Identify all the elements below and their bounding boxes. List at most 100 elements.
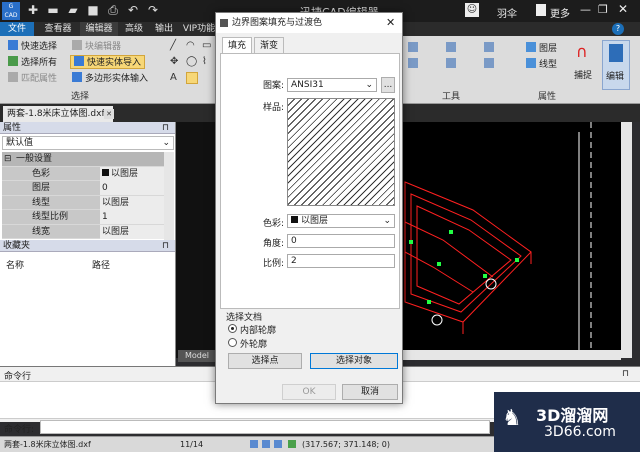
polygon-entity-input-button[interactable]: 多边形实体输入 (72, 72, 148, 86)
text-tool-icon[interactable]: A (170, 72, 177, 83)
block-editor-icon (72, 40, 82, 50)
tool-icon-c[interactable] (446, 42, 456, 52)
prop-row-lineweight[interactable]: 线宽 以图层 (2, 224, 166, 239)
dialog-title: 边界图案填充与过渡色 (232, 18, 323, 28)
quick-entity-import-button[interactable]: 快速实体导入 (70, 55, 146, 69)
move-tool-icon[interactable]: ✥ (170, 56, 178, 67)
tool-icon-a[interactable] (408, 42, 418, 52)
color-select[interactable]: 以图层 ⌄ (287, 214, 395, 228)
quick-select-button[interactable]: 快速选择 (8, 40, 57, 54)
close-button[interactable]: ✕ (618, 2, 628, 16)
select-all-button[interactable]: 选择所有 (8, 56, 57, 70)
scale-input[interactable]: 2 (287, 254, 395, 268)
block-editor-button[interactable]: 块编辑器 (72, 40, 121, 54)
tool-icon-f[interactable] (484, 58, 494, 68)
osnap-toggle-icon[interactable] (288, 440, 296, 448)
restore-button[interactable]: ❐ (598, 3, 608, 16)
color-chevron-icon: ⌄ (383, 216, 391, 226)
snap-button[interactable]: ∩ 捕捉 (572, 40, 598, 90)
menu-viewer[interactable]: 查看器 (40, 22, 76, 36)
layer-button[interactable]: 图层 (526, 42, 557, 56)
more-label[interactable]: 更多 (550, 5, 570, 20)
prop-row-layer[interactable]: 图层 0 (2, 181, 166, 196)
pick-object-button[interactable]: 选择对象 (310, 353, 398, 369)
canvas-left-strip (176, 122, 216, 358)
ortho-toggle-icon[interactable] (274, 440, 282, 448)
edit-button[interactable]: 编辑 (602, 40, 630, 90)
line-tool-icon[interactable]: ╱ (170, 40, 176, 51)
command-pin-icon[interactable]: ⊓ (622, 369, 629, 379)
new-icon[interactable]: ✚ (26, 3, 40, 17)
section-general[interactable]: ⊟ 一般设置 (2, 152, 164, 167)
menu-output[interactable]: 输出 (150, 22, 178, 36)
chevron-down-icon: ⌄ (162, 138, 170, 148)
dialog-title-bar: 边界图案填充与过渡色 ✕ (216, 13, 402, 33)
dialog-close-button[interactable]: ✕ (386, 13, 395, 33)
tool-icon-d[interactable] (446, 58, 456, 68)
pattern-browse-button[interactable]: ... (381, 77, 395, 93)
arc-tool-icon[interactable]: ◠ (186, 40, 195, 51)
canvas-hscroll[interactable] (403, 350, 621, 360)
properties-scrollbar[interactable] (164, 152, 174, 240)
linetype-icon (526, 58, 536, 68)
inner-radio-row[interactable]: 内部轮廓 (228, 323, 328, 336)
command-prompt: 命令行: (4, 425, 35, 435)
import-icon (74, 56, 84, 66)
folder-icon[interactable]: ▰ (66, 3, 80, 17)
model-tab[interactable]: Model (178, 350, 216, 362)
prop-row-color[interactable]: 色彩 以图层 (2, 166, 166, 181)
favorites-pin-icon[interactable]: ⊓ (162, 240, 169, 252)
inner-radio[interactable] (228, 324, 237, 333)
dialog-icon (220, 19, 228, 27)
tab-gradient[interactable]: 渐变 (254, 37, 284, 53)
snap-toggle-icon[interactable] (250, 440, 258, 448)
pattern-select[interactable]: ANSI31 ⌄ (287, 78, 377, 92)
menu-file[interactable]: 文件 (0, 22, 34, 36)
select-all-icon (8, 56, 18, 66)
properties-panel: 属性 ⊓ 默认值 ⌄ ⊟ 一般设置 色彩 以图层 图层 0 线型 以图层 线型比例 1 线宽以… (0, 122, 176, 366)
tool-icon-e[interactable] (484, 42, 494, 52)
match-props-button[interactable]: 匹配属性 (8, 72, 57, 86)
tab-fill[interactable]: 填充 (222, 37, 252, 53)
prop-row-linetype[interactable]: 线型 以图层 (2, 195, 166, 210)
prop-row-ltscale[interactable]: 线型比例 1 (2, 210, 166, 225)
help-icon[interactable]: ? (612, 23, 624, 35)
undo-icon[interactable]: ↶ (126, 3, 140, 17)
rect-tool-icon[interactable]: ▭ (202, 40, 211, 51)
menu-vip[interactable]: VIP功能 (182, 22, 216, 36)
linetype-button[interactable]: 线型 (526, 58, 557, 72)
dialog-color-swatch (291, 216, 298, 223)
outer-radio[interactable] (228, 338, 237, 347)
close-tab-icon[interactable]: ✕ (104, 109, 114, 119)
ok-button[interactable]: OK (282, 384, 336, 400)
circle-tool-icon[interactable]: ◯ (186, 56, 197, 67)
pin-icon[interactable]: ⊓ (162, 122, 169, 134)
open-icon[interactable]: ▬ (46, 3, 60, 17)
redo-icon[interactable]: ↷ (146, 3, 160, 17)
favorites-header: 收藏夹 ⊓ (0, 240, 175, 252)
drawing-canvas[interactable] (403, 122, 621, 350)
properties-dropdown[interactable]: 默认值 ⌄ (2, 136, 174, 150)
tool-icon-b[interactable] (408, 58, 418, 68)
menu-editor[interactable]: 编辑器 (80, 22, 118, 36)
document-tab[interactable]: 两套-1.8米床立体图.dxf (3, 106, 113, 122)
grid-toggle-icon[interactable] (262, 440, 270, 448)
pick-point-button[interactable]: 选择点 (228, 353, 302, 369)
print-icon[interactable]: ⎙ (106, 3, 120, 17)
menu-advanced[interactable]: 高级 (120, 22, 148, 36)
canvas-vscroll[interactable] (621, 122, 632, 358)
user-name[interactable]: 羽伞 (497, 5, 517, 20)
user-icon[interactable]: ☺ (465, 3, 479, 17)
outer-radio-row[interactable]: 外轮廓 (228, 337, 328, 350)
cancel-button[interactable]: 取消 (342, 384, 398, 400)
status-file: 两套-1.8米床立体图.dxf (4, 440, 91, 449)
save-icon[interactable]: ■ (86, 3, 100, 17)
minimize-button[interactable]: — (580, 3, 591, 16)
match-props-icon (8, 72, 18, 82)
angle-input[interactable]: 0 (287, 234, 395, 248)
polyline-tool-icon[interactable]: ⌇ (202, 56, 207, 67)
hatch-tool-icon[interactable] (186, 72, 198, 84)
more-icon[interactable] (536, 4, 546, 16)
command-input[interactable] (40, 420, 490, 434)
grip-2 (437, 262, 441, 266)
